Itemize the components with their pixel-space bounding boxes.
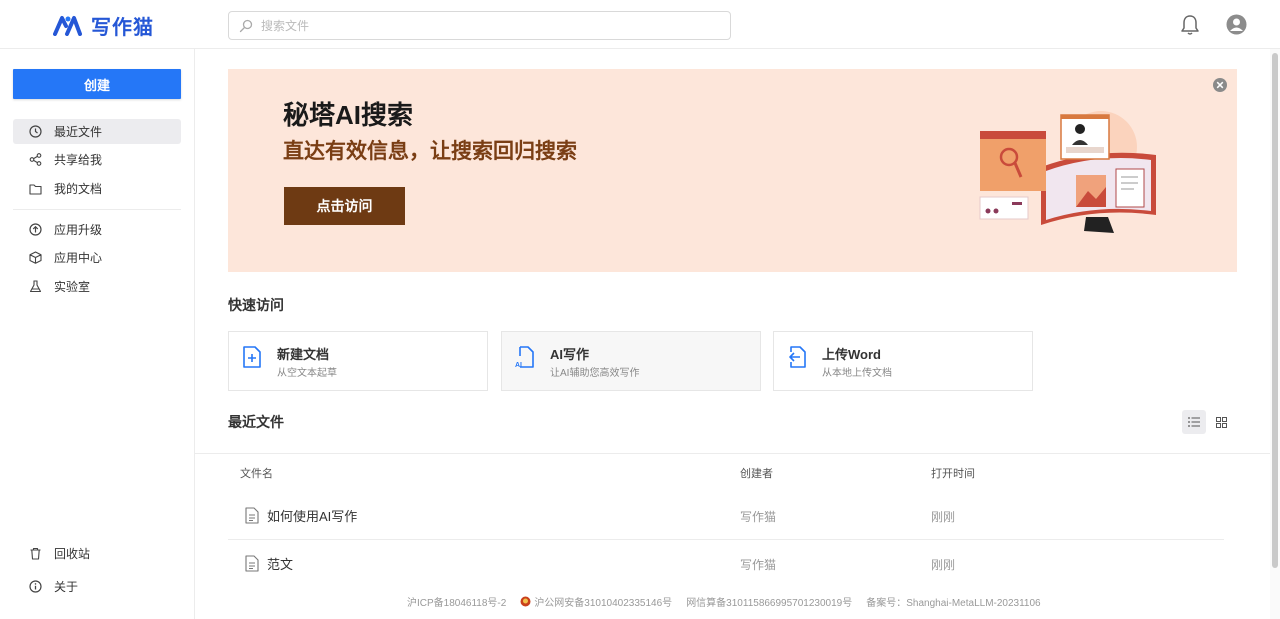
police-record[interactable]: 沪公网安备31010402335146号	[520, 594, 672, 609]
sidebar-item-upgrade[interactable]: 应用升级	[13, 217, 181, 242]
sidebar-item-recent[interactable]: 最近文件	[13, 119, 181, 144]
banner-title: 秘塔AI搜索	[283, 100, 414, 130]
quick-card-desc: 让AI辅助您高效写作	[550, 368, 640, 379]
avatar-icon[interactable]	[1226, 14, 1247, 35]
promo-banner: 秘塔AI搜索 直达有效信息，让搜索回归搜索 点击访问	[228, 69, 1237, 272]
sidebar-item-label: 共享给我	[54, 153, 103, 167]
folder-icon	[29, 183, 42, 195]
file-open-time: 刚刚	[931, 510, 956, 524]
grid-icon	[1215, 416, 1227, 428]
search-icon	[239, 19, 253, 32]
table-row[interactable]: 范文 写作猫 刚刚	[228, 540, 1224, 588]
icp-link[interactable]: 沪ICP备18046118号-2	[407, 594, 506, 609]
police-badge-icon	[520, 596, 531, 607]
sidebar: 创建 最近文件 共享给我 我的文档 应用升级 应用中心 实验室 回收站 关于	[0, 49, 195, 619]
banner-subtitle: 直达有效信息，让搜索回归搜索	[283, 140, 577, 163]
scrollbar-thumb[interactable]	[1272, 53, 1278, 568]
quick-card-title: 新建文档	[277, 347, 330, 362]
quick-access-title: 快速访问	[228, 297, 284, 313]
file-creator: 写作猫	[740, 510, 777, 524]
sidebar-item-lab[interactable]: 实验室	[13, 274, 181, 299]
sidebar-divider	[13, 209, 181, 210]
column-header-time[interactable]: 打开时间	[931, 465, 975, 481]
police-record-text: 沪公网安备31010402335146号	[534, 598, 673, 609]
logo[interactable]: 写作猫	[53, 12, 154, 39]
column-header-name[interactable]: 文件名	[240, 465, 273, 481]
document-icon	[245, 507, 259, 524]
search-input[interactable]	[261, 18, 701, 33]
sidebar-item-label: 最近文件	[54, 125, 103, 139]
list-view-toggle[interactable]	[1182, 410, 1206, 434]
table-row[interactable]: 如何使用AI写作 写作猫 刚刚	[228, 492, 1224, 540]
scrollbar[interactable]	[1270, 49, 1280, 619]
svg-text:AI: AI	[515, 362, 522, 369]
sidebar-item-label: 应用中心	[54, 251, 103, 265]
close-icon[interactable]	[1212, 77, 1228, 93]
model-record[interactable]: 备案号：Shanghai-MetaLLM-20231106	[866, 594, 1040, 609]
upload-doc-icon	[789, 346, 806, 368]
footer: 沪ICP备18046118号-2 沪公网安备31010402335146号 网信…	[407, 594, 1041, 609]
file-creator: 写作猫	[740, 558, 777, 572]
recent-files-title: 最近文件	[228, 414, 284, 430]
info-icon	[29, 580, 42, 593]
quick-card-title: AI写作	[550, 347, 590, 362]
sidebar-item-app-center[interactable]: 应用中心	[13, 245, 181, 270]
top-bar: 写作猫	[0, 0, 1280, 49]
grid-view-toggle[interactable]	[1209, 410, 1233, 434]
search-box[interactable]	[228, 11, 731, 40]
file-name-cell: 范文	[245, 554, 293, 573]
trash-icon	[30, 547, 41, 560]
main-content: 秘塔AI搜索 直达有效信息，让搜索回归搜索 点击访问 快速访问 新建文档 从空文…	[195, 49, 1270, 619]
share-icon	[29, 153, 42, 166]
search-illustration	[979, 111, 1156, 233]
quick-card-title: 上传Word	[822, 347, 881, 362]
algo-record[interactable]: 网信算备310115866995701230019号	[686, 594, 852, 609]
sidebar-item-shared[interactable]: 共享给我	[13, 147, 181, 172]
sidebar-item-trash[interactable]: 回收站	[13, 541, 181, 566]
list-icon	[1188, 417, 1200, 427]
document-icon	[245, 555, 259, 572]
column-header-creator[interactable]: 创建者	[740, 465, 773, 481]
ai-doc-icon: AI	[515, 346, 534, 369]
quick-new-doc[interactable]: 新建文档 从空文本起草	[228, 331, 488, 391]
quick-card-desc: 从空文本起草	[277, 368, 337, 379]
sidebar-item-label: 我的文档	[54, 182, 103, 196]
sidebar-item-label: 关于	[54, 580, 79, 594]
file-name-cell: 如何使用AI写作	[245, 506, 357, 525]
cube-icon	[29, 251, 42, 264]
quick-card-desc: 从本地上传文档	[822, 368, 892, 379]
flask-icon	[29, 280, 42, 293]
quick-ai-writing[interactable]: AI AI写作 让AI辅助您高效写作	[501, 331, 761, 391]
new-doc-icon	[243, 346, 261, 368]
bell-icon[interactable]	[1180, 14, 1200, 36]
upgrade-icon	[29, 223, 42, 236]
file-name[interactable]: 如何使用AI写作	[267, 506, 357, 525]
file-open-time: 刚刚	[931, 558, 956, 572]
file-name[interactable]: 范文	[267, 554, 293, 573]
logo-text: 写作猫	[91, 16, 154, 39]
visit-button[interactable]: 点击访问	[284, 187, 405, 225]
sidebar-item-about[interactable]: 关于	[13, 574, 181, 599]
clock-icon	[29, 125, 42, 138]
table-top-border	[195, 453, 1270, 454]
create-button[interactable]: 创建	[13, 69, 181, 99]
sidebar-item-label: 实验室	[54, 280, 91, 294]
sidebar-item-label: 应用升级	[54, 223, 103, 237]
logo-icon	[53, 16, 82, 36]
quick-upload-word[interactable]: 上传Word 从本地上传文档	[773, 331, 1033, 391]
sidebar-item-label: 回收站	[54, 547, 91, 561]
sidebar-item-my-docs[interactable]: 我的文档	[13, 176, 181, 201]
